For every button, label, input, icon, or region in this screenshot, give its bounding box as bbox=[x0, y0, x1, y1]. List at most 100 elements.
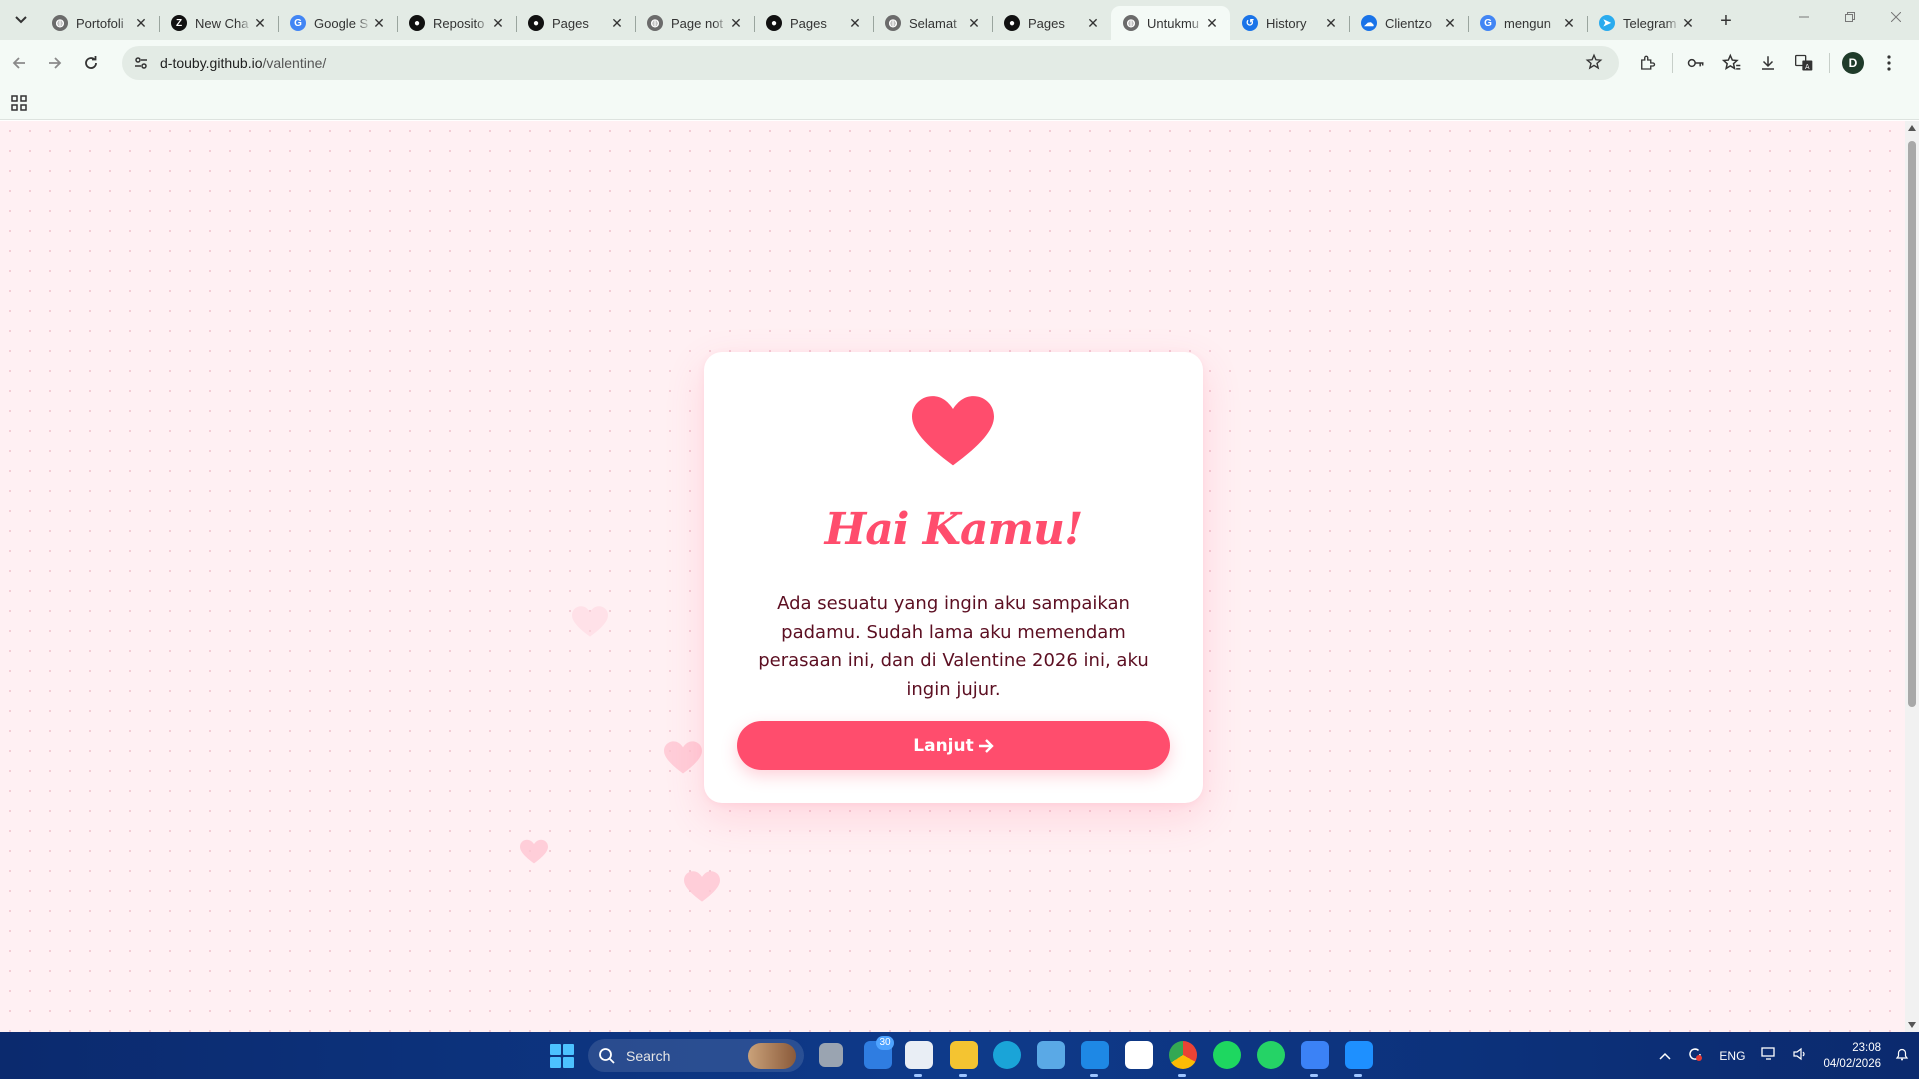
site-info-button[interactable] bbox=[130, 52, 152, 74]
notification-badge: 30 bbox=[876, 1036, 894, 1050]
google-icon: G bbox=[1480, 15, 1496, 31]
browser-tab[interactable]: ➤ Telegram ✕ bbox=[1587, 6, 1706, 40]
chrome-icon[interactable] bbox=[1169, 1041, 1197, 1069]
tab-close-icon[interactable]: ✕ bbox=[1323, 15, 1339, 31]
tab-close-icon[interactable]: ✕ bbox=[252, 15, 268, 31]
start-button[interactable] bbox=[550, 1044, 574, 1068]
browser-tab[interactable]: Z New Cha ✕ bbox=[159, 6, 278, 40]
continue-button[interactable]: Lanjut bbox=[737, 721, 1170, 770]
outlook-icon[interactable] bbox=[1301, 1041, 1329, 1069]
passwords-button[interactable] bbox=[1679, 46, 1713, 80]
taskbar: Search 30 ENG 23:08 04/02/2026 bbox=[0, 1032, 1919, 1079]
chevron-up-icon bbox=[1659, 1052, 1671, 1060]
running-indicator bbox=[959, 1074, 967, 1077]
notifications-button[interactable] bbox=[1895, 1047, 1909, 1064]
running-indicator bbox=[914, 1074, 922, 1077]
running-indicator bbox=[1090, 1074, 1098, 1077]
page-scrollbar[interactable] bbox=[1905, 121, 1919, 1032]
tab-close-icon[interactable]: ✕ bbox=[1680, 15, 1696, 31]
browser-tab[interactable]: ◍ Page not ✕ bbox=[635, 6, 754, 40]
new-tab-button[interactable]: + bbox=[1712, 7, 1740, 35]
file-explorer-icon[interactable] bbox=[950, 1041, 978, 1069]
telegram-icon: ➤ bbox=[1599, 15, 1615, 31]
task-view-icon[interactable] bbox=[819, 1043, 843, 1067]
browser-tab[interactable]: ● Pages ✕ bbox=[516, 6, 635, 40]
browser-toolbar: d-touby.github.io/valentine/ A D bbox=[0, 40, 1919, 86]
tray-overflow-button[interactable] bbox=[1659, 1049, 1671, 1063]
edge-icon[interactable] bbox=[993, 1041, 1021, 1069]
screen: ◍ Portofoli ✕ Z New Cha ✕ G Google S ✕ ● Reposito ✕… bbox=[0, 0, 1919, 1079]
browser-tab[interactable]: Gmengun ✕ bbox=[1468, 6, 1587, 40]
apps-button[interactable] bbox=[8, 92, 30, 114]
browser-tab[interactable]: ● Pages ✕ bbox=[754, 6, 873, 40]
browser-tab[interactable]: ● Pages ✕ bbox=[992, 6, 1111, 40]
forward-button[interactable] bbox=[38, 46, 72, 80]
back-button[interactable] bbox=[2, 46, 36, 80]
translate-button[interactable]: A bbox=[1787, 46, 1821, 80]
profile-button[interactable]: D bbox=[1836, 46, 1870, 80]
tab-close-icon[interactable]: ✕ bbox=[847, 15, 863, 31]
photos-icon[interactable] bbox=[1345, 1041, 1373, 1069]
snipping-tool-icon[interactable] bbox=[905, 1041, 933, 1069]
close-window-button[interactable] bbox=[1873, 0, 1919, 34]
browser-tab[interactable]: ◍ Untukmu ✕ bbox=[1111, 6, 1230, 40]
browser-tab[interactable]: ◍ Selamat ✕ bbox=[873, 6, 992, 40]
search-icon bbox=[599, 1047, 615, 1064]
tab-close-icon[interactable]: ✕ bbox=[966, 15, 982, 31]
menu-button[interactable] bbox=[1872, 46, 1906, 80]
history-icon: ↺ bbox=[1242, 15, 1258, 31]
tab-close-icon[interactable]: ✕ bbox=[371, 15, 387, 31]
tab-title: History bbox=[1266, 15, 1307, 31]
bookmarks-panel-button[interactable] bbox=[1715, 46, 1749, 80]
minimize-button[interactable] bbox=[1781, 0, 1827, 34]
tab-close-icon[interactable]: ✕ bbox=[728, 15, 744, 31]
browser-tab[interactable]: ↺ History ✕ bbox=[1230, 6, 1349, 40]
tab-close-icon[interactable]: ✕ bbox=[609, 15, 625, 31]
reload-button[interactable] bbox=[74, 46, 108, 80]
sync-tray-button[interactable] bbox=[1687, 1046, 1703, 1065]
whatsapp-icon[interactable] bbox=[1257, 1041, 1285, 1069]
address-bar[interactable]: d-touby.github.io/valentine/ bbox=[122, 46, 1619, 80]
tab-title: Untukmu bbox=[1147, 15, 1200, 31]
browser-tab[interactable]: G Google S ✕ bbox=[278, 6, 397, 40]
tab-title: Google S bbox=[314, 15, 369, 31]
windows-logo-tile bbox=[550, 1057, 561, 1068]
clock[interactable]: 23:08 04/02/2026 bbox=[1823, 1040, 1881, 1072]
tab-search-button[interactable] bbox=[8, 7, 34, 33]
control-panel-icon[interactable] bbox=[1037, 1041, 1065, 1069]
tab-title: Page not bbox=[671, 15, 724, 31]
tab-close-icon[interactable]: ✕ bbox=[1085, 15, 1101, 31]
running-indicator bbox=[1354, 1074, 1362, 1077]
scroll-up-arrow[interactable] bbox=[1908, 125, 1916, 131]
browser-tab[interactable]: ☁ Clientzo ✕ bbox=[1349, 6, 1468, 40]
tab-title: Pages bbox=[1028, 15, 1065, 31]
scroll-down-arrow[interactable] bbox=[1908, 1022, 1916, 1028]
close-icon bbox=[1891, 12, 1901, 22]
browser-tab[interactable]: ◍ Portofoli ✕ bbox=[40, 6, 159, 40]
continue-button-label: Lanjut bbox=[913, 735, 974, 756]
system-tray: ENG 23:08 04/02/2026 bbox=[1659, 1032, 1919, 1079]
cloud-icon: ☁ bbox=[1361, 15, 1377, 31]
restore-button[interactable] bbox=[1827, 0, 1873, 34]
tab-close-icon[interactable]: ✕ bbox=[490, 15, 506, 31]
vscode-icon[interactable] bbox=[1081, 1041, 1109, 1069]
network-button[interactable] bbox=[1761, 1047, 1777, 1064]
spotify-icon[interactable] bbox=[1213, 1041, 1241, 1069]
ms-store-icon[interactable] bbox=[1125, 1041, 1153, 1069]
tab-close-icon[interactable]: ✕ bbox=[1204, 15, 1220, 31]
downloads-button[interactable] bbox=[1751, 46, 1785, 80]
running-indicator bbox=[1178, 1074, 1186, 1077]
browser-tab[interactable]: ● Reposito ✕ bbox=[397, 6, 516, 40]
scroll-thumb[interactable] bbox=[1908, 141, 1916, 707]
arrow-right-icon bbox=[49, 57, 62, 69]
window-controls bbox=[1781, 0, 1919, 34]
toolbar-separator bbox=[1829, 53, 1830, 73]
tab-close-icon[interactable]: ✕ bbox=[1442, 15, 1458, 31]
bookmark-star-button[interactable] bbox=[1585, 53, 1605, 73]
volume-button[interactable] bbox=[1793, 1047, 1807, 1064]
extensions-button[interactable] bbox=[1630, 46, 1664, 80]
tab-close-icon[interactable]: ✕ bbox=[1561, 15, 1577, 31]
tab-close-icon[interactable]: ✕ bbox=[133, 15, 149, 31]
taskbar-search[interactable]: Search bbox=[588, 1039, 804, 1072]
language-indicator[interactable]: ENG bbox=[1719, 1049, 1745, 1063]
